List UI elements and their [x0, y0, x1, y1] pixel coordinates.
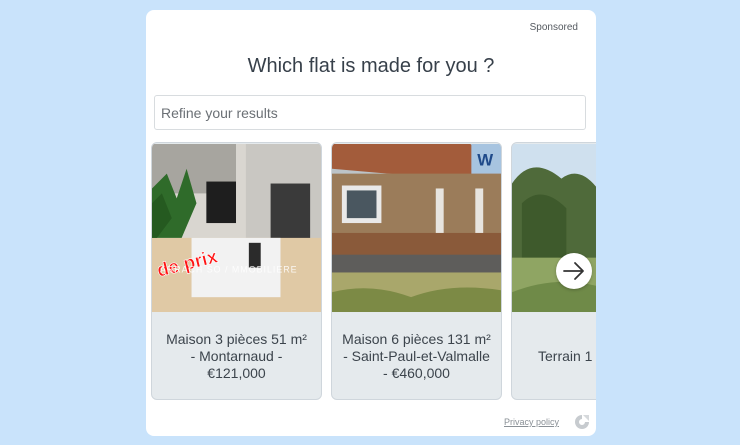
- sponsored-label: Sponsored: [529, 22, 578, 33]
- svg-text:W: W: [477, 151, 493, 170]
- arrow-right-icon: [563, 262, 584, 280]
- ad-headline: Which flat is made for you ?: [247, 55, 495, 77]
- listing-photo-3: [512, 143, 596, 313]
- listing-photo-2: W: [332, 143, 501, 313]
- adchoices-logo-icon[interactable]: [574, 414, 590, 435]
- ad-card: Sponsored Which flat is made for you ? d…: [146, 10, 596, 436]
- listing-card-2[interactable]: W Maison 6 pièces 131 m² - Saint-Paul-et…: [331, 142, 502, 400]
- carousel-next-button[interactable]: [556, 253, 592, 289]
- privacy-policy-link[interactable]: Privacy policy: [504, 417, 559, 427]
- listing-caption-2: Maison 6 pièces 131 m² - Saint-Paul-et-V…: [342, 330, 491, 381]
- listing-watermark: ARRACH SO / MMOBILIERE: [160, 264, 298, 274]
- listing-carousel: de prix ARRACH SO / MMOBILIERE Maison 3 …: [151, 142, 596, 400]
- listing-card-1[interactable]: de prix ARRACH SO / MMOBILIERE Maison 3 …: [151, 142, 322, 400]
- listing-caption-1: Maison 3 pièces 51 m² - Montarnaud - €12…: [166, 330, 307, 381]
- listing-photo-1: de prix ARRACH SO / MMOBILIERE: [152, 143, 321, 313]
- refine-search-input[interactable]: [154, 95, 586, 130]
- listing-caption-3: Terrain 1 Pignan -: [538, 347, 596, 364]
